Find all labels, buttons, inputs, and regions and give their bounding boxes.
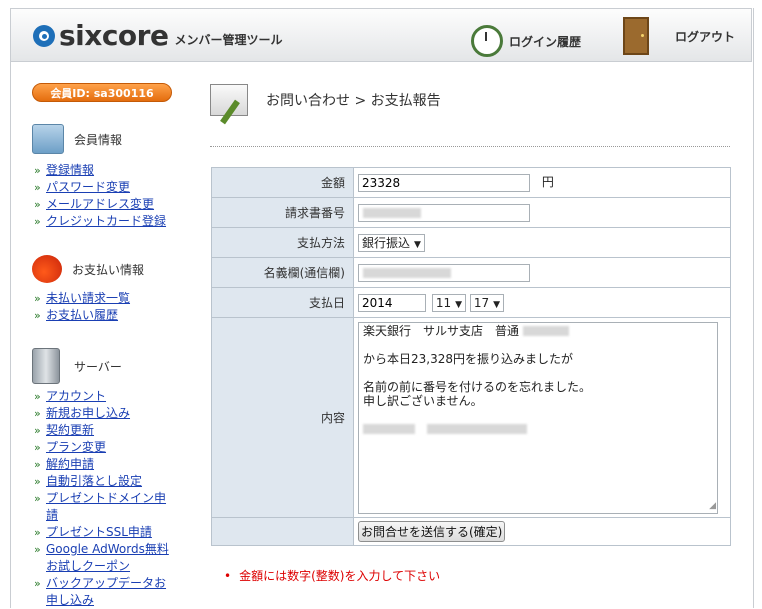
sidebar-item-unpaid[interactable]: 未払い請求一覧	[32, 290, 176, 307]
submit-button[interactable]: お問合せを送信する(確定)	[358, 521, 506, 542]
breadcrumb: お問い合わせ > お支払報告	[266, 93, 441, 109]
sidebar-link[interactable]: プラン変更	[46, 440, 106, 454]
redacted-value	[363, 424, 415, 434]
redacted-value	[426, 424, 527, 434]
sidebar-item-plan-change[interactable]: プラン変更	[32, 439, 176, 456]
content-line: 申し訳ございません。	[363, 393, 483, 408]
day-select[interactable]: 17 ▼	[469, 293, 505, 312]
sidebar-item-present-ssl[interactable]: プレゼントSSL申請	[32, 524, 176, 541]
sidebar-section-payment: お支払い情報 未払い請求一覧 お支払い履歴	[32, 254, 176, 324]
sidebar-item-present-domain[interactable]: プレゼントドメイン申請	[32, 490, 176, 524]
section-title: サーバー	[74, 359, 122, 374]
empty-label	[211, 517, 354, 546]
section-title: 会員情報	[74, 132, 123, 147]
sidebar-item-backup[interactable]: バックアップデータお申し込み	[32, 575, 176, 609]
sidebar-item-credit-card[interactable]: クレジットカード登録	[32, 213, 176, 230]
sidebar-item-renewal[interactable]: 契約更新	[32, 422, 176, 439]
sidebar-item-registration[interactable]: 登録情報	[32, 162, 176, 179]
method-select[interactable]: 銀行振込 ▼	[358, 233, 425, 252]
invoice-label: 請求書番号	[211, 197, 354, 228]
sidebar-item-adwords[interactable]: Google AdWords無料お試しクーポン	[32, 541, 176, 575]
sidebar-link[interactable]: メールアドレス変更	[46, 197, 154, 211]
sidebar-link[interactable]: 未払い請求一覧	[46, 291, 130, 305]
method-label: 支払方法	[211, 227, 354, 258]
redacted-value	[363, 207, 421, 218]
sidebar-link[interactable]: プレゼントSSL申請	[46, 525, 152, 539]
content-textarea[interactable]: 楽天銀行 サルサ支店 普通 から本日23,328円を振り込みましたが 名前の前に…	[358, 321, 718, 514]
dropdown-arrow-icon: ▼	[493, 299, 501, 310]
month-selected: 11	[435, 295, 452, 310]
invoice-input[interactable]	[358, 203, 530, 222]
sidebar-link[interactable]: Google AdWords無料お試しクーポン	[46, 542, 169, 573]
dropdown-arrow-icon: ▼	[455, 299, 463, 310]
login-history-link[interactable]: ログイン履歴	[471, 25, 581, 57]
member-id-badge: 会員ID: sa300116	[32, 83, 172, 102]
sidebar-item-new-order[interactable]: 新規お申し込み	[32, 405, 176, 422]
content-line: 楽天銀行 サルサ支店 普通	[363, 323, 520, 338]
sidebar-link[interactable]: 新規お申し込み	[46, 406, 130, 420]
sidebar-link[interactable]: クレジットカード登録	[46, 214, 166, 228]
sidebar-item-payment-history[interactable]: お支払い履歴	[32, 307, 176, 324]
logout-link[interactable]: ログアウト	[623, 17, 735, 55]
month-select[interactable]: 11 ▼	[431, 293, 467, 312]
header: sixcore メンバー管理ツール ログイン履歴 ログアウト	[10, 8, 752, 62]
day-selected: 17	[473, 295, 490, 310]
door-icon	[623, 17, 649, 55]
name-label: 名義欄(通信欄)	[211, 257, 354, 288]
member-info-icon	[32, 124, 64, 154]
content-line: から本日23,328円を振り込みましたが	[363, 351, 573, 366]
server-icon	[32, 348, 60, 384]
sidebar-item-auto-debit[interactable]: 自動引落とし設定	[32, 473, 176, 490]
section-title: お支払い情報	[72, 262, 145, 277]
sidebar-item-email[interactable]: メールアドレス変更	[32, 196, 176, 213]
content-label: 内容	[211, 317, 354, 518]
sidebar-link[interactable]: パスワード変更	[46, 180, 130, 194]
sidebar-link[interactable]: アカウント	[46, 389, 106, 403]
date-label: 支払日	[211, 287, 354, 318]
page-heading: お問い合わせ > お支払報告	[210, 84, 441, 116]
login-history-label: ログイン履歴	[509, 34, 582, 49]
name-input[interactable]	[358, 263, 530, 282]
amount-input[interactable]	[358, 173, 530, 192]
sidebar-link[interactable]: 契約更新	[46, 423, 94, 437]
content-line: 名前の前に番号を付けるのを忘れました。	[363, 379, 592, 394]
amount-label: 金額	[211, 167, 354, 198]
sidebar-link[interactable]: 自動引落とし設定	[46, 474, 142, 488]
redacted-value	[522, 326, 569, 336]
sidebar-link[interactable]: 登録情報	[46, 163, 94, 177]
sidebar-item-account[interactable]: アカウント	[32, 388, 176, 405]
sidebar-link[interactable]: バックアップデータお申し込み	[46, 576, 166, 607]
sidebar-link[interactable]: お支払い履歴	[46, 308, 118, 322]
sidebar-item-password[interactable]: パスワード変更	[32, 179, 176, 196]
logo-subtitle: メンバー管理ツール	[174, 33, 283, 47]
year-input[interactable]	[358, 293, 426, 312]
logo-text: sixcore	[59, 19, 169, 52]
logo[interactable]: sixcore メンバー管理ツール	[33, 19, 282, 52]
logout-label: ログアウト	[675, 29, 736, 44]
sidebar-item-cancel[interactable]: 解約申請	[32, 456, 176, 473]
dropdown-arrow-icon: ▼	[414, 239, 421, 250]
amount-unit: 円	[541, 175, 554, 190]
redacted-value	[363, 267, 451, 278]
resize-handle-icon[interactable]: ◢	[709, 499, 716, 513]
payment-icon	[32, 255, 62, 283]
payment-report-form: 金額 円 請求書番号 支払方法 銀行振込▼ 名義欄(通信欄) 支払日 11	[211, 167, 731, 546]
divider	[210, 146, 730, 147]
sidebar-section-member: 会員情報 登録情報 パスワード変更 メールアドレス変更 クレジットカード登録	[32, 124, 176, 230]
method-selected: 銀行振込	[362, 235, 411, 250]
clock-icon	[471, 25, 503, 57]
mail-pen-icon	[210, 84, 248, 116]
sidebar-link[interactable]: プレゼントドメイン申請	[46, 491, 166, 522]
sidebar-link[interactable]: 解約申請	[46, 457, 94, 471]
error-message: 金額には数字(整数)を入力して下さい	[224, 567, 440, 584]
sidebar-section-server: サーバー アカウント 新規お申し込み 契約更新 プラン変更 解約申請 自動引落と…	[32, 348, 176, 609]
sixcore-logo-icon	[33, 24, 55, 47]
